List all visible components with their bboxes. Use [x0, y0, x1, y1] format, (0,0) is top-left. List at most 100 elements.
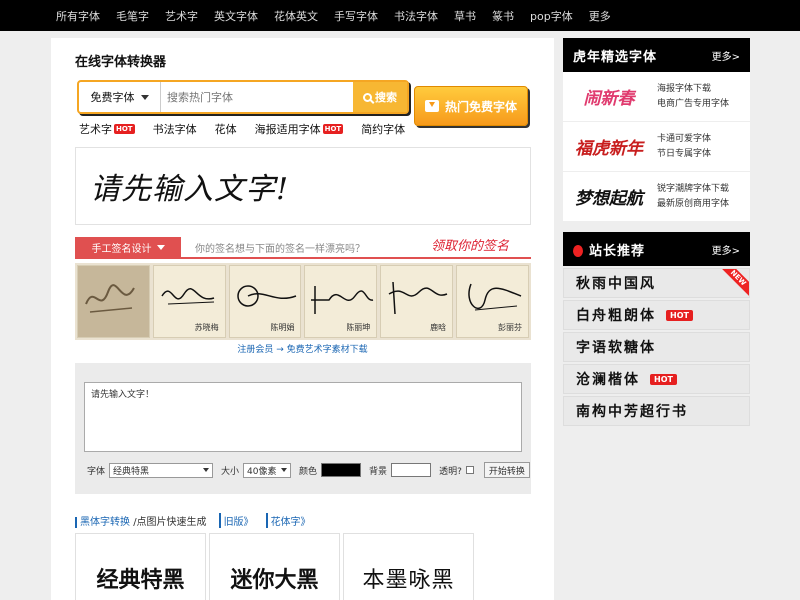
nav-more[interactable]: 更多 [589, 8, 611, 24]
section-title: 站长推荐 [589, 243, 646, 259]
register-link[interactable]: 注册会员 → 免费艺术字素材下载 [51, 342, 554, 355]
item-line2: 节日专属字体 [657, 148, 712, 159]
signature-card[interactable]: 陈明娟 [228, 265, 302, 338]
font-select[interactable]: 经典特黑 [109, 462, 214, 478]
signature-name: 苏晓梅 [194, 323, 219, 332]
preview-text: 请先输入文字! [90, 172, 290, 207]
signature-name: 鹿晗 [430, 323, 447, 332]
nav-brush[interactable]: 毛笔字 [116, 8, 149, 24]
tag-fancy[interactable]: 花体 [215, 121, 237, 137]
font-sample: 沧澜楷体 [576, 372, 640, 388]
nav-fancy-english[interactable]: 花体英文 [274, 8, 318, 24]
quick-generate-note: /点图片快速生成 [133, 517, 207, 528]
font-type-select[interactable]: 免费字体 [79, 82, 161, 112]
recommended-font-item[interactable]: 白舟粗朗体 HOT [563, 300, 750, 330]
tag-poster[interactable]: 海报适用字体 HOT [255, 121, 344, 137]
item-line1: 卡通可爱字体 [657, 133, 712, 144]
signature-card[interactable]: 苏晓梅 [152, 265, 226, 338]
search-button[interactable]: 搜索 [353, 82, 407, 112]
featured-font-item[interactable]: 福虎新年 卡通可爱字体 节日专属字体 [563, 122, 750, 172]
font-sample: 秋雨中国风 [576, 276, 656, 292]
transparent-checkbox[interactable] [465, 466, 474, 474]
hot-badge: HOT [666, 309, 693, 321]
section-header: 站长推荐 更多> [563, 232, 750, 266]
recommended-font-item[interactable]: 字语软糖体 [563, 332, 750, 362]
recommended-section: 站长推荐 更多> 秋雨中国风 NEW 白舟粗朗体 HOT 字语软糖体 沧澜楷体 … [563, 232, 750, 426]
signature-image [311, 286, 374, 314]
font-cards: 经典特黑 迷你大黑 本墨咏黑 [75, 533, 474, 600]
converter-controls: 字体 经典特黑 大小 40像素 颜色 背景 透明? 开始转换 [87, 462, 530, 478]
tag-calligraphy[interactable]: 书法字体 [153, 121, 197, 137]
tag-art[interactable]: 艺术字 HOT [79, 121, 135, 137]
more-link[interactable]: 更多> [712, 48, 740, 63]
signature-image [85, 284, 135, 313]
nav-english[interactable]: 英文字体 [214, 8, 258, 24]
font-label: 字体 [87, 466, 106, 477]
tag-label: 艺术字 [79, 123, 112, 136]
font-sample-image: 闹新春 [583, 89, 635, 109]
heiti-convert-link[interactable]: 黑体字转换 [75, 517, 130, 528]
nav-calligraphy[interactable]: 书法字体 [394, 8, 438, 24]
download-icon [424, 100, 439, 112]
item-line2: 最新原创商用字体 [657, 198, 730, 209]
transparent-label: 透明? [439, 466, 462, 477]
size-select-value: 40像素 [247, 466, 277, 477]
signature-name: 陈明娟 [270, 323, 295, 332]
signature-card[interactable]: 鹿晗 [380, 265, 454, 338]
old-version-link[interactable]: 旧版》 [218, 513, 254, 528]
signature-design-tab[interactable]: 手工签名设计 [75, 237, 181, 257]
font-sample-image: 梦想起航 [575, 189, 643, 209]
nav-all-fonts[interactable]: 所有字体 [56, 8, 100, 24]
nav-art[interactable]: 艺术字 [165, 8, 198, 24]
hot-badge: HOT [650, 373, 677, 385]
section-header: 虎年精选字体 更多> [563, 38, 750, 72]
fancy-font-link[interactable]: 花体字》 [265, 513, 311, 528]
color-label: 颜色 [299, 466, 318, 477]
tag-label: 花体 [214, 123, 237, 136]
search-input[interactable] [161, 82, 353, 112]
more-link[interactable]: 更多> [712, 242, 740, 257]
tag-label: 海报适用字体 [254, 123, 321, 136]
nav-handwriting[interactable]: 手写字体 [334, 8, 378, 24]
tag-simple[interactable]: 简约字体 [361, 121, 405, 137]
bg-label: 背景 [369, 466, 388, 477]
get-signature-link[interactable]: 领取你的签名 [431, 235, 509, 254]
search-button-label: 搜索 [375, 91, 397, 104]
font-sample-image: 福虎新年 [575, 139, 643, 159]
item-line2: 电商广告专用字体 [657, 98, 730, 109]
font-card[interactable]: 迷你大黑 [209, 533, 340, 600]
signature-image [236, 285, 296, 307]
signature-card[interactable] [77, 265, 150, 338]
text-input[interactable]: 请先输入文字！ [84, 382, 522, 452]
signature-image [468, 283, 522, 311]
featured-font-item[interactable]: 梦想起航 锐字潮牌字体下载 最新原创商用字体 [563, 172, 750, 222]
hot-free-fonts-label: 热门免费字体 [444, 99, 517, 114]
hot-free-fonts-button[interactable]: 热门免费字体 [414, 86, 528, 126]
new-ribbon: NEW [715, 269, 749, 297]
font-preview: 请先输入文字! [75, 147, 531, 225]
recommended-font-item[interactable]: 秋雨中国风 NEW [563, 268, 750, 298]
start-convert-button[interactable]: 开始转换 [483, 462, 530, 478]
search-icon [363, 92, 372, 102]
nav-pop[interactable]: pop字体 [530, 8, 573, 24]
hot-badge: HOT [322, 124, 344, 134]
nav-cursive[interactable]: 草书 [454, 8, 476, 24]
hot-badge: HOT [114, 124, 135, 134]
font-card[interactable]: 本墨咏黑 [343, 533, 474, 600]
signature-image [161, 287, 215, 305]
page-title: 在线字体转换器 [75, 55, 167, 70]
size-select[interactable]: 40像素 [243, 462, 292, 478]
signature-name: 陈丽坤 [346, 323, 371, 332]
signature-card[interactable]: 陈丽坤 [304, 265, 378, 338]
bg-color-swatch[interactable] [391, 463, 432, 477]
signature-tab-label: 手工签名设计 [91, 243, 152, 255]
nav-seal[interactable]: 篆书 [492, 8, 514, 24]
recommended-font-item[interactable]: 沧澜楷体 HOT [563, 364, 750, 394]
recommended-font-item[interactable]: 南构中芳超行书 [563, 396, 750, 426]
signature-card[interactable]: 彭丽芬 [456, 265, 529, 338]
text-color-swatch[interactable] [321, 463, 362, 477]
chevron-down-icon [140, 94, 149, 100]
font-card[interactable]: 经典特黑 [75, 533, 206, 600]
featured-font-item[interactable]: 闹新春 海报字体下载 电商广告专用字体 [563, 72, 750, 122]
size-label: 大小 [221, 466, 240, 477]
